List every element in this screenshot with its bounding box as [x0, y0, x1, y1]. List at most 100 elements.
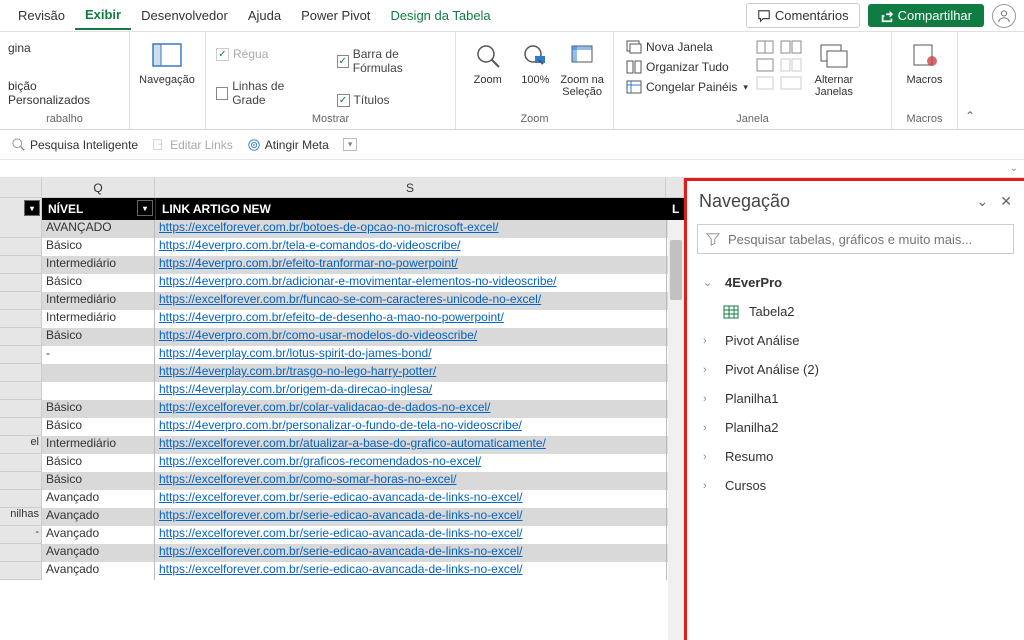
- table-row[interactable]: -https://4everplay.com.br/lotus-spirit-d…: [0, 346, 684, 364]
- table-row[interactable]: Básicohttps://4everpro.com.br/personaliz…: [0, 418, 684, 436]
- hyperlink[interactable]: https://excelforever.com.br/serie-edicao…: [159, 526, 523, 540]
- cell-nivel[interactable]: [42, 382, 155, 400]
- cell-link[interactable]: https://4everpro.com.br/personalizar-o-f…: [155, 418, 666, 436]
- table-row[interactable]: nilhasAvançado https://excelforever.com.b…: [0, 508, 684, 526]
- cell-link[interactable]: https://4everplay.com.br/lotus-spirit-do…: [155, 346, 666, 364]
- header-link[interactable]: LINK ARTIGO NEW: [155, 198, 666, 220]
- cell-link[interactable]: https://excelforever.com.br/como-somar-h…: [155, 472, 666, 490]
- cell-nivel[interactable]: [42, 364, 155, 382]
- hyperlink[interactable]: https://excelforever.com.br/serie-edicao…: [159, 508, 523, 522]
- row-header[interactable]: nilhas: [0, 508, 42, 526]
- unhide-icon[interactable]: [756, 76, 774, 90]
- hyperlink[interactable]: https://4everpro.com.br/tela-e-comandos-…: [159, 238, 460, 252]
- cell-nivel[interactable]: -: [42, 346, 155, 364]
- nav-search-box[interactable]: [697, 224, 1014, 254]
- cell-nivel[interactable]: Avançado: [42, 490, 155, 508]
- cell-link[interactable]: https://excelforever.com.br/serie-edicao…: [155, 490, 666, 508]
- row-header[interactable]: el: [0, 436, 42, 454]
- cell-nivel[interactable]: Avançado: [42, 562, 155, 580]
- row-header[interactable]: -: [0, 526, 42, 544]
- nav-search-input[interactable]: [728, 232, 1005, 247]
- tree-item-cursos[interactable]: › Cursos: [695, 471, 1016, 500]
- hyperlink[interactable]: https://excelforever.com.br/atualizar-a-…: [159, 436, 546, 450]
- new-window-button[interactable]: Nova Janela: [622, 38, 752, 56]
- table-row[interactable]: elIntermediário https://excelforever.com.…: [0, 436, 684, 454]
- table-row[interactable]: Básicohttps://excelforever.com.br/como-s…: [0, 472, 684, 490]
- cell-nivel[interactable]: Básico: [42, 472, 155, 490]
- cell-nivel[interactable]: Básico: [42, 400, 155, 418]
- hyperlink[interactable]: https://4everplay.com.br/origem-da-direc…: [159, 382, 432, 396]
- table-row[interactable]: Intermediário https://4everpro.com.br/efe…: [0, 310, 684, 328]
- comments-button[interactable]: Comentários: [746, 3, 860, 28]
- cell-link[interactable]: https://excelforever.com.br/funcao-se-co…: [155, 292, 666, 310]
- table-row[interactable]: Básicohttps://4everpro.com.br/como-usar-…: [0, 328, 684, 346]
- row-header[interactable]: [0, 562, 42, 580]
- cell-nivel[interactable]: Básico: [42, 454, 155, 472]
- cell-link[interactable]: https://excelforever.com.br/serie-edicao…: [155, 544, 666, 562]
- cell-nivel[interactable]: Avançado: [42, 544, 155, 562]
- table-row[interactable]: -Avançado https://excelforever.com.br/ser…: [0, 526, 684, 544]
- row-header[interactable]: [0, 220, 42, 238]
- cell-nivel[interactable]: Intermediário: [42, 256, 155, 274]
- overflow-button[interactable]: ▾: [343, 138, 358, 151]
- formula-bar-expand[interactable]: ⌄: [0, 160, 1024, 178]
- table-row[interactable]: https://4everplay.com.br/trasgo-no-lego-…: [0, 364, 684, 382]
- hyperlink[interactable]: https://4everpro.com.br/como-usar-modelo…: [159, 328, 477, 342]
- table-row[interactable]: Intermediáriohttps://4everpro.com.br/efe…: [0, 256, 684, 274]
- cell-link[interactable]: https://excelforever.com.br/botoes-de-op…: [155, 220, 666, 238]
- row-header[interactable]: [0, 292, 42, 310]
- filter-button[interactable]: ▾: [137, 200, 153, 216]
- table-row[interactable]: AVANÇADOhttps://excelforever.com.br/boto…: [0, 220, 684, 238]
- hyperlink[interactable]: https://excelforever.com.br/graficos-rec…: [159, 454, 481, 468]
- col-header-next[interactable]: [666, 178, 684, 198]
- row-header[interactable]: [0, 364, 42, 382]
- select-all-corner[interactable]: [0, 178, 42, 198]
- goal-seek-button[interactable]: Atingir Meta: [247, 138, 329, 152]
- row-header[interactable]: [0, 418, 42, 436]
- row-header[interactable]: [0, 472, 42, 490]
- tab-desenvolvedor[interactable]: Desenvolvedor: [131, 2, 238, 29]
- cell-nivel[interactable]: Intermediário: [42, 436, 155, 454]
- hide-icon[interactable]: [756, 58, 774, 72]
- cell-link[interactable]: https://excelforever.com.br/graficos-rec…: [155, 454, 666, 472]
- cell-nivel[interactable]: Intermediário: [42, 310, 155, 328]
- tab-design-tabela[interactable]: Design da Tabela: [380, 2, 500, 29]
- filter-button[interactable]: ▾: [24, 200, 40, 216]
- table-row[interactable]: Intermediáriohttps://excelforever.com.br…: [0, 292, 684, 310]
- cell-nivel[interactable]: Avançado: [42, 508, 155, 526]
- tab-revisao[interactable]: Revisão: [8, 2, 75, 29]
- cell-nivel[interactable]: Avançado: [42, 526, 155, 544]
- hyperlink[interactable]: https://4everpro.com.br/personalizar-o-f…: [159, 418, 522, 432]
- hyperlink[interactable]: https://excelforever.com.br/colar-valida…: [159, 400, 491, 414]
- tree-item-planilha1[interactable]: › Planilha1: [695, 384, 1016, 413]
- tree-item-pivot-analise-2[interactable]: › Pivot Análise (2): [695, 355, 1016, 384]
- row-header[interactable]: [0, 238, 42, 256]
- reset-pos-icon[interactable]: [780, 76, 802, 90]
- tab-powerpivot[interactable]: Power Pivot: [291, 2, 380, 29]
- table-row[interactable]: Avançadohttps://excelforever.com.br/seri…: [0, 544, 684, 562]
- cell-nivel[interactable]: Intermediário: [42, 292, 155, 310]
- cell-link[interactable]: https://4everpro.com.br/como-usar-modelo…: [155, 328, 666, 346]
- spreadsheet[interactable]: Q S ▾ NÍVEL▾ LINK ARTIGO NEW L AVANÇADOh…: [0, 178, 684, 640]
- checkbox-linhas-grade[interactable]: Linhas de Grade: [214, 76, 317, 110]
- cell-link[interactable]: https://4everpro.com.br/efeito-de-desenh…: [155, 310, 666, 328]
- header-next[interactable]: L: [666, 198, 684, 220]
- row-header[interactable]: [0, 490, 42, 508]
- tab-exibir[interactable]: Exibir: [75, 1, 131, 30]
- user-avatar[interactable]: [992, 4, 1016, 28]
- row-header[interactable]: [0, 382, 42, 400]
- table-row[interactable]: Avançado https://excelforever.com.br/seri…: [0, 490, 684, 508]
- view-truncated-2[interactable]: bição Personalizados: [8, 79, 121, 107]
- cell-nivel[interactable]: Básico: [42, 274, 155, 292]
- table-row[interactable]: https://4everplay.com.br/origem-da-direc…: [0, 382, 684, 400]
- table-row[interactable]: Avançadohttps://excelforever.com.br/seri…: [0, 562, 684, 580]
- hyperlink[interactable]: https://4everplay.com.br/trasgo-no-lego-…: [159, 364, 436, 378]
- hyperlink[interactable]: https://excelforever.com.br/botoes-de-op…: [159, 220, 498, 234]
- hyperlink[interactable]: https://excelforever.com.br/serie-edicao…: [159, 490, 523, 504]
- tree-item-pivot-analise[interactable]: › Pivot Análise: [695, 326, 1016, 355]
- cell-link[interactable]: https://excelforever.com.br/atualizar-a-…: [155, 436, 666, 454]
- table-row[interactable]: Básicohttps://4everpro.com.br/tela-e-com…: [0, 238, 684, 256]
- hyperlink[interactable]: https://4everpro.com.br/efeito-de-desenh…: [159, 310, 504, 324]
- row-header[interactable]: [0, 256, 42, 274]
- row-header[interactable]: [0, 328, 42, 346]
